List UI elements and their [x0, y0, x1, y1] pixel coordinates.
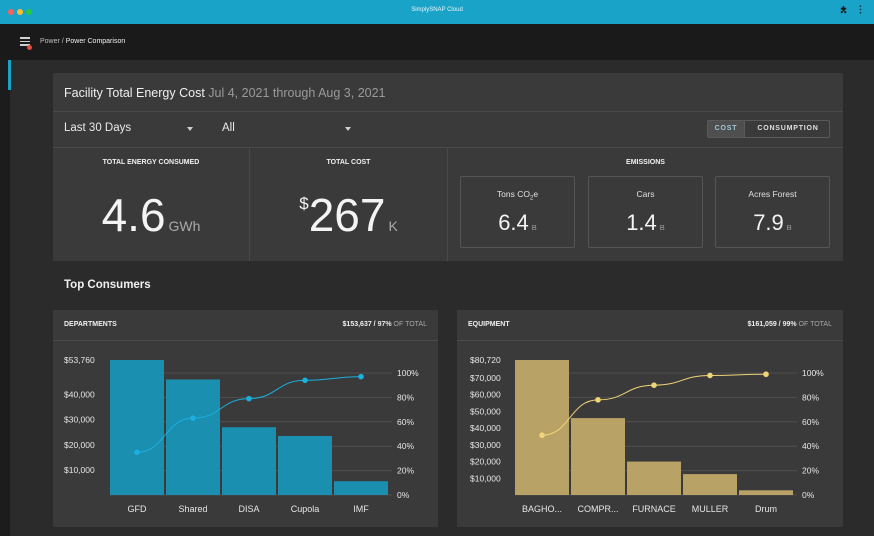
chevron-down-icon[interactable]: [345, 127, 351, 131]
x-tick-label: MULLER: [692, 504, 729, 514]
cumulative-point: [651, 382, 657, 388]
y-tick-label: $10,000: [64, 465, 95, 475]
x-tick-label: GFD: [128, 504, 147, 514]
puzzle-icon[interactable]: [839, 5, 848, 16]
departments-chart-card: DEPARTMENTS $153,637 / 97% OF TOTAL 0% 20…: [53, 310, 438, 527]
consumption-toggle-button[interactable]: CONSUMPTION: [746, 121, 830, 137]
y-tick-label: $20,000: [64, 440, 95, 450]
emissions-cars-tile: Cars 1.4 B: [588, 176, 703, 248]
cumulative-point: [539, 432, 545, 439]
breadcrumb-current: Power Comparison: [65, 38, 126, 45]
side-rail: [0, 60, 11, 536]
emissions-label: EMISSIONS: [626, 159, 665, 166]
cumulative-point: [358, 373, 364, 380]
cumulative-point: [595, 397, 601, 403]
chart-bar: [334, 481, 388, 495]
chart-bar: [683, 474, 737, 495]
emissions-tile-label: Cars: [636, 189, 655, 199]
x-tick-label: BAGHO...: [522, 504, 562, 514]
chart-bar: [627, 461, 681, 495]
cost-consumption-toggle: COST CONSUMPTION: [707, 120, 830, 138]
emissions-acres-forest-tile: Acres Forest 7.9 B: [715, 176, 830, 248]
chart-bar: [739, 490, 793, 495]
x-tick-label: Cupola: [291, 504, 320, 514]
breadcrumb-parent[interactable]: Power: [40, 38, 60, 45]
emissions-tile-value: 7.9 B: [753, 210, 792, 235]
y-tick-label: $80,720: [470, 355, 501, 365]
x-tick-label: FURNACE: [632, 504, 676, 514]
x-tick-label: DISA: [238, 504, 259, 514]
x-tick-label: COMPR...: [577, 504, 618, 514]
y-tick-label: $50,000: [470, 406, 501, 416]
cumulative-point: [302, 377, 308, 384]
energy-kpi-label: TOTAL ENERGY CONSUMED: [102, 159, 200, 166]
chart-bar: [571, 418, 625, 495]
filter-select[interactable]: All: [222, 122, 235, 134]
cumulative-point: [134, 449, 140, 456]
y2-tick-label: 80%: [397, 392, 414, 402]
cumulative-point: [190, 415, 196, 421]
y-tick-label: $40,000: [470, 423, 501, 433]
energy-cost-summary-card: Facility Total Energy Cost Jul 4, 2021 t…: [53, 73, 843, 261]
chevron-down-icon[interactable]: [187, 127, 193, 131]
window-titlebar: SimplySNAP Cloud: [0, 0, 874, 24]
breadcrumb: Power / Power Comparison: [40, 38, 125, 45]
y-tick-label: $10,000: [470, 473, 501, 483]
equipment-chart-card: EQUIPMENT $161,059 / 99% OF TOTAL 0% 20% 4…: [457, 310, 843, 527]
emissions-tile-label: Tons CO2e: [496, 189, 539, 202]
y-tick-label: $40,000: [64, 390, 95, 400]
y-tick-label: $60,000: [470, 390, 501, 400]
y2-tick-label: 100%: [397, 368, 419, 378]
emissions-tile-value: 1.4 B: [626, 210, 665, 235]
chart-bar: [278, 435, 332, 495]
date-range-text: Jul 4, 2021 through Aug 3, 2021: [208, 86, 386, 100]
x-tick-label: Shared: [178, 504, 207, 514]
y2-tick-label: 60%: [397, 417, 414, 427]
y2-tick-label: 40%: [397, 441, 414, 451]
x-tick-label: IMF: [353, 504, 369, 514]
y2-tick-label: 0%: [397, 490, 410, 500]
window-title: SimplySNAP Cloud: [411, 7, 463, 13]
hamburger-menu-icon[interactable]: [20, 37, 32, 50]
chart-bar: [222, 427, 276, 495]
section-title: Top Consumers: [64, 279, 151, 291]
breadcrumb-separator: /: [61, 38, 64, 45]
emissions-tons-co2e-tile: Tons CO2e 6.4 B: [460, 176, 575, 248]
range-select[interactable]: Last 30 Days: [64, 122, 131, 134]
emissions-tile-value: 6.4 B: [498, 210, 537, 235]
summary-title: Facility Total Energy Cost: [64, 86, 205, 100]
chart-bar: [166, 379, 220, 495]
chart-bar: [110, 360, 164, 495]
y-tick-label: $70,000: [470, 373, 501, 383]
y2-tick-label: 60%: [802, 417, 819, 427]
y-tick-label: $30,000: [470, 440, 501, 450]
cost-kpi-value: $267 K: [299, 189, 398, 241]
y2-tick-label: 0%: [802, 490, 815, 500]
energy-kpi-value: 4.6 GWh: [101, 189, 201, 241]
emissions-tile-label: Acres Forest: [748, 189, 797, 199]
y2-tick-label: 40%: [802, 441, 819, 451]
y2-tick-label: 20%: [397, 466, 414, 476]
departments-pareto-chart: 0% 20% 40% 60% 80% 100% $10,000 $20,000 $30,000 $…: [64, 355, 419, 514]
page-title: Facility Total Energy Cost Jul 4, 2021 t…: [64, 86, 386, 100]
cumulative-point: [763, 371, 769, 378]
kebab-menu-icon[interactable]: [859, 5, 862, 16]
y-tick-label: $30,000: [64, 415, 95, 425]
y2-tick-label: 80%: [802, 392, 819, 402]
cumulative-point: [246, 395, 252, 402]
y2-tick-label: 20%: [802, 466, 819, 476]
cost-toggle-button[interactable]: COST: [708, 121, 745, 137]
x-tick-label: Drum: [755, 504, 777, 514]
cumulative-point: [707, 372, 713, 379]
y-tick-label: $20,000: [470, 457, 501, 467]
y2-tick-label: 100%: [802, 368, 824, 378]
app-header: Power / Power Comparison: [0, 24, 874, 60]
y-tick-label: $53,760: [64, 355, 95, 365]
cost-kpi-label: TOTAL COST: [326, 159, 371, 166]
equipment-pareto-chart: 0% 20% 40% 60% 80% 100% $10,000 $20,000 $30,000 $…: [470, 355, 824, 514]
